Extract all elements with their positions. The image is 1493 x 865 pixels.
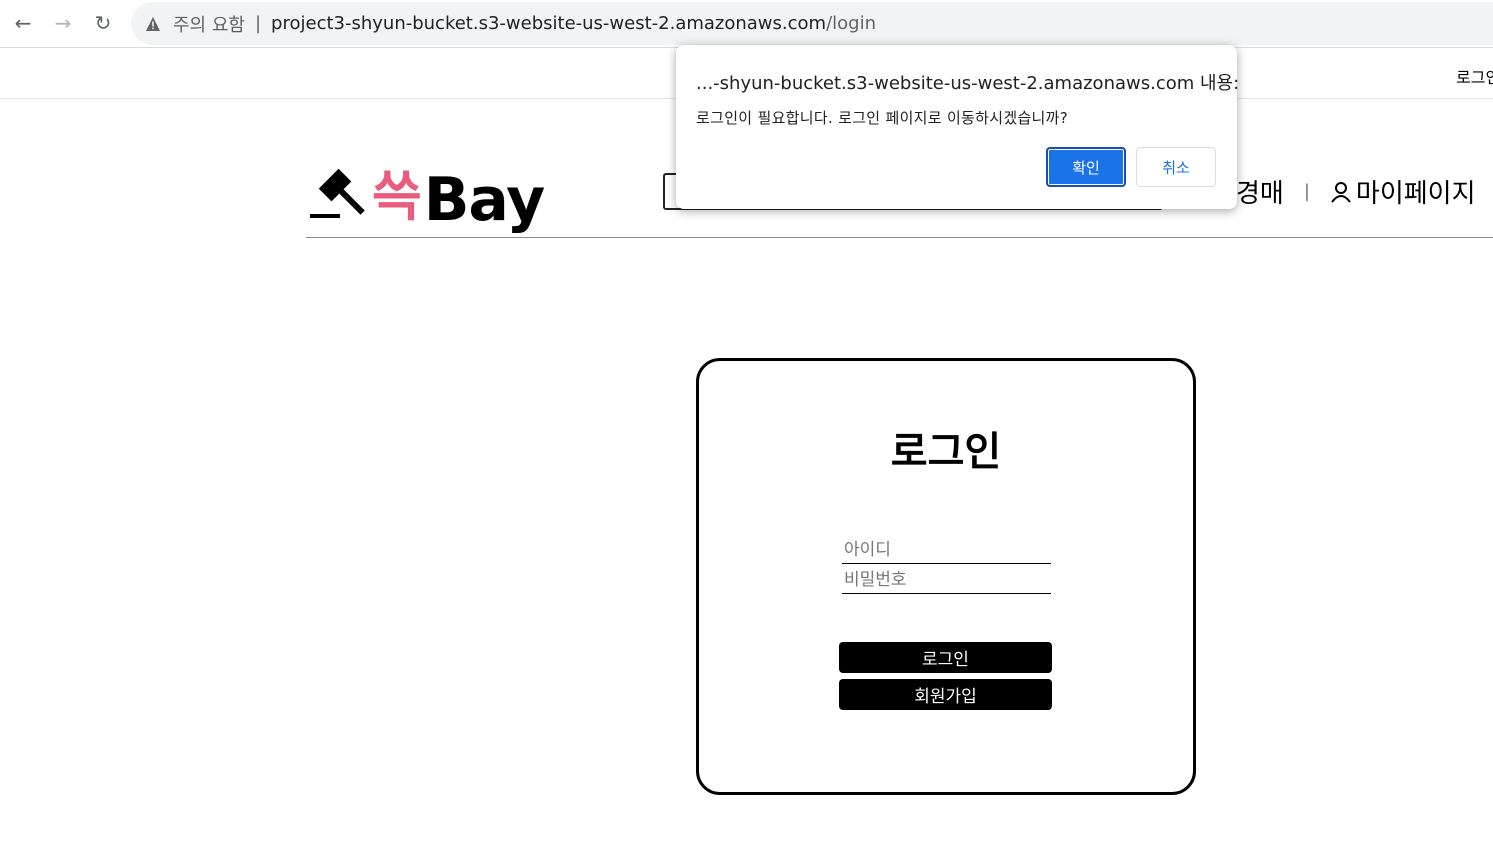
url-host: project3-shyun-bucket.s3-website-us-west…	[271, 13, 827, 34]
gavel-icon	[310, 168, 365, 218]
url-path: /login	[826, 13, 876, 34]
logo-korean-text: 쓱	[372, 165, 422, 228]
reload-icon[interactable]: ↻	[90, 10, 116, 36]
login-card: 로그인 로그인 회원가입	[696, 358, 1196, 795]
nav-divider: |	[1303, 181, 1310, 202]
security-warning-text: 주의 요함	[173, 14, 245, 36]
back-icon[interactable]: ←	[10, 10, 36, 36]
user-icon[interactable]	[1330, 181, 1352, 203]
url-separator: |	[254, 13, 262, 34]
signup-button[interactable]: 회원가입	[839, 679, 1052, 710]
dialog-message: 로그인이 필요합니다. 로그인 페이지로 이동하시겠습니까?	[696, 109, 1069, 127]
site-logo[interactable]: 쓱 Bay	[310, 156, 545, 236]
dialog-ok-button[interactable]: 확인	[1046, 147, 1126, 187]
forward-icon[interactable]: →	[50, 10, 76, 36]
login-title: 로그인	[890, 429, 1002, 475]
warning-icon[interactable]	[145, 16, 161, 32]
password-input[interactable]	[842, 566, 1051, 594]
nav-auction-link[interactable]: 경매	[1236, 173, 1284, 210]
login-button[interactable]: 로그인	[839, 642, 1052, 673]
header-nav: 경매 | 마이페이지	[1236, 173, 1476, 210]
util-login-link[interactable]: 로그인	[1456, 64, 1493, 88]
dialog-cancel-button[interactable]: 취소	[1136, 147, 1216, 187]
id-input[interactable]	[842, 536, 1051, 564]
logo-english-text: Bay	[423, 165, 545, 235]
dialog-title: ...-shyun-bucket.s3-website-us-west-2.am…	[696, 73, 1240, 94]
address-bar[interactable]: 주의 요함 | project3-shyun-bucket.s3-website…	[131, 2, 1493, 45]
browser-toolbar: ← → ↻ 주의 요함 | project3-shyun-bucket.s3-w…	[0, 0, 1493, 48]
nav-mypage-link[interactable]: 마이페이지	[1356, 173, 1476, 210]
alert-dialog: ...-shyun-bucket.s3-website-us-west-2.am…	[676, 45, 1240, 209]
